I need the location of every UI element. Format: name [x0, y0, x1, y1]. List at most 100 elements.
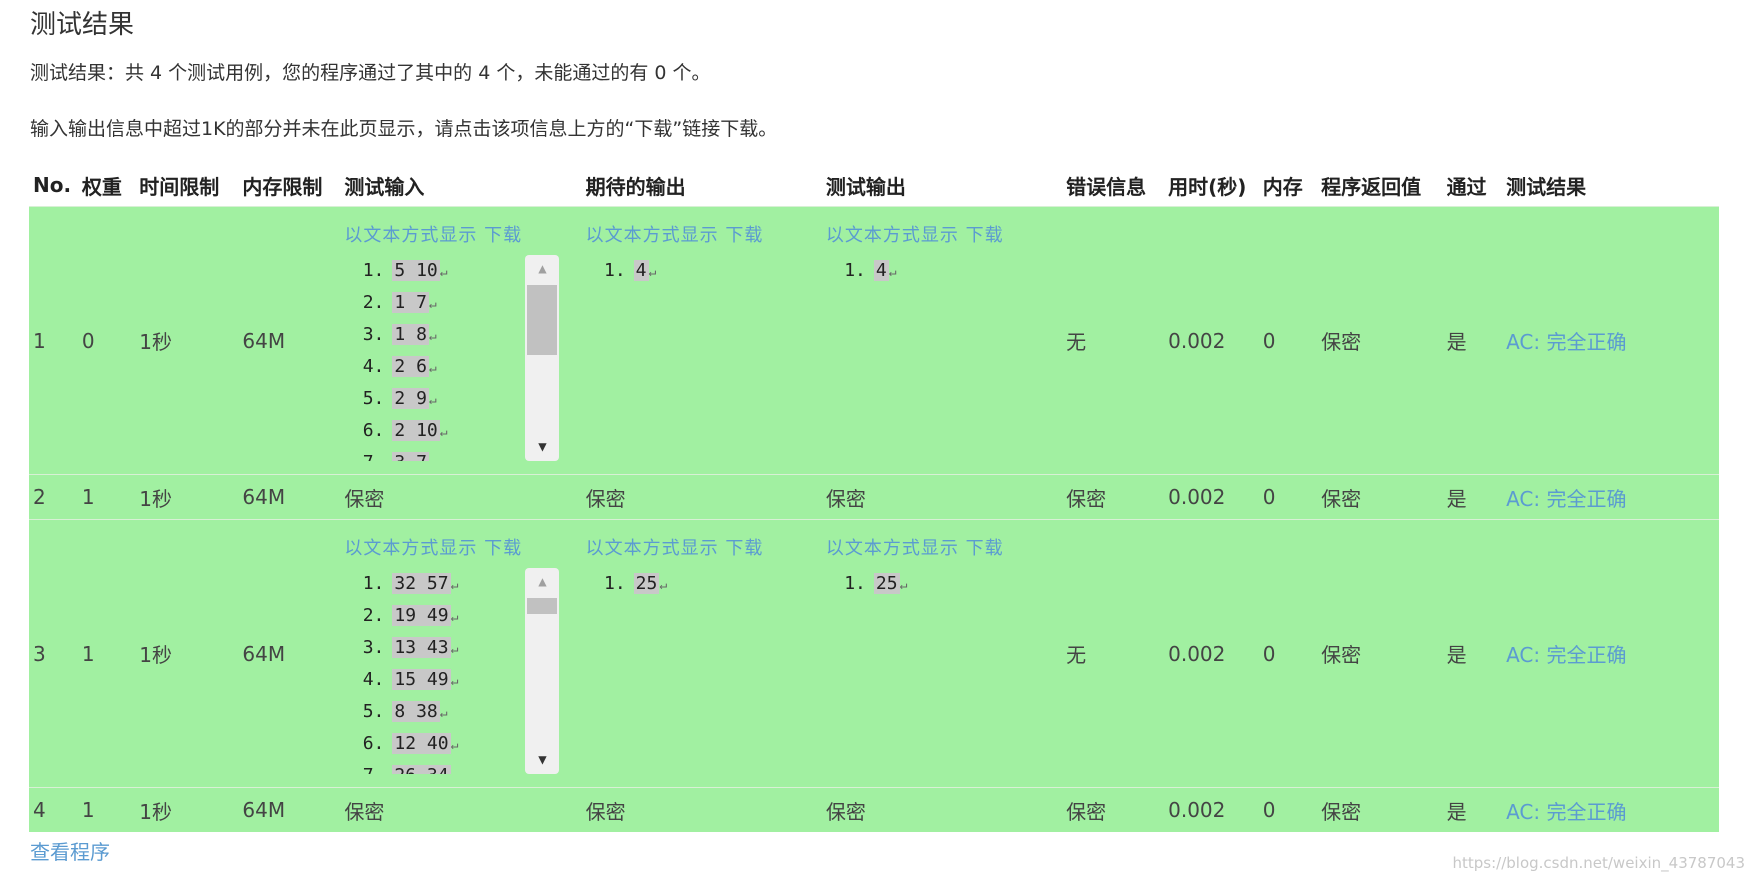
cell-time: 0.002 [1164, 787, 1259, 832]
triangle-up-icon[interactable]: ▲ [525, 568, 559, 596]
io-cell-output: 以文本方式显示 下载 1. 4 ↵ [821, 206, 1063, 475]
page-title: 测试结果 [30, 10, 135, 40]
cell-input: 保密 [340, 787, 582, 832]
line-number: 3. [362, 637, 385, 658]
io-links: 以文本方式显示 下载 [344, 534, 581, 560]
cell-time-limit: 1秒 [135, 519, 239, 788]
result-link[interactable]: AC: 完全正确 [1506, 487, 1626, 511]
code-box[interactable]: 1.5 10↵2.1 7↵3.1 8↵4.2 6↵5.2 9↵6.2 10↵7.… [344, 255, 560, 461]
cell-result: AC: 完全正确 [1502, 206, 1719, 475]
io-cell-input: 以文本方式显示 下载 1. 5 10 ↵ 2. 1 7 ↵ 3. 1 8 ↵ 4. 2 6 ↵ 5. 2 9… [340, 206, 582, 475]
code-box: 1. 4 ↵ [586, 255, 786, 287]
view-as-text-link[interactable]: 以文本方式显示 [826, 538, 959, 559]
line-number: 5. [362, 388, 385, 409]
table-row: 3 1 1秒 64M 以文本方式显示 下载 1. 32 57 ↵ 2. 19 49 ↵ 3. 13 43… [29, 519, 1719, 788]
io-links: 以文本方式显示 下载 [586, 534, 822, 560]
return-arrow-icon: ↵ [450, 610, 459, 625]
download-note: 输入输出信息中超过1K的部分并未在此页显示，请点击该项信息上方的“下载”链接下载… [30, 118, 778, 140]
vertical-scrollbar[interactable]: ▲ ▼ [525, 255, 560, 461]
line-number: 4. [362, 356, 385, 377]
vertical-scrollbar[interactable]: ▲ ▼ [525, 568, 560, 774]
return-arrow-icon: ↵ [428, 329, 437, 344]
column-header: 测试输入 [344, 174, 425, 199]
io-links: 以文本方式显示 下载 [826, 221, 1062, 247]
column-header: 通过 [1446, 174, 1487, 199]
line-number: 1. [362, 573, 385, 594]
line-number: 1. [362, 260, 385, 281]
watermark: https://blog.csdn.net/weixin_43787043 [1452, 854, 1745, 872]
code-text: 4 [633, 260, 649, 281]
return-arrow-icon: ↵ [899, 578, 908, 593]
io-links: 以文本方式显示 下载 [586, 221, 822, 247]
result-link[interactable]: AC: 完全正确 [1506, 800, 1626, 824]
view-program-link[interactable]: 查看程序 [30, 836, 110, 865]
return-arrow-icon: ↵ [450, 578, 459, 593]
code-text: 8 38 [392, 701, 440, 722]
code-text: 1 7 [392, 292, 429, 313]
scrollbar-thumb[interactable] [527, 598, 558, 614]
code-list: 1. 4 ↵ [586, 255, 786, 287]
cell-mem-limit: 64M [238, 519, 341, 788]
cell-memory: 0 [1258, 206, 1318, 475]
cell-time-limit: 1秒 [135, 787, 239, 832]
cell-mem-limit: 64M [238, 474, 341, 520]
table-body: 1 0 1秒 64M 以文本方式显示 下载 1. 5 10 ↵ 2. 1 7 ↵ 3. 1 8 ↵ 4. 2 … [29, 206, 1719, 832]
column-header: 错误信息 [1066, 174, 1147, 199]
return-arrow-icon: ↵ [648, 265, 657, 280]
io-cell-output: 以文本方式显示 下载 1. 25 ↵ [821, 519, 1063, 788]
code-text: 1 8 [392, 324, 429, 345]
cell-weight: 0 [77, 206, 136, 475]
download-link[interactable]: 下载 [725, 225, 763, 246]
download-link[interactable]: 下载 [966, 225, 1004, 246]
cell-memory: 0 [1258, 519, 1318, 788]
triangle-up-icon[interactable]: ▲ [525, 255, 559, 283]
download-link[interactable]: 下载 [484, 225, 522, 246]
code-text: 15 49 [392, 669, 451, 690]
return-arrow-icon: ↵ [451, 770, 459, 774]
io-links: 以文本方式显示 下载 [826, 534, 1062, 560]
code-text: 25 [873, 573, 900, 594]
view-as-text-link[interactable]: 以文本方式显示 [586, 225, 719, 246]
table-row: 1 0 1秒 64M 以文本方式显示 下载 1. 5 10 ↵ 2. 1 7 ↵ 3. 1 8 ↵ 4. 2 … [29, 206, 1719, 475]
cell-mem-limit: 64M [238, 787, 341, 832]
download-link[interactable]: 下载 [484, 538, 522, 559]
return-arrow-icon: ↵ [450, 642, 459, 657]
download-link[interactable]: 下载 [725, 538, 763, 559]
line-number: 1. [603, 573, 626, 594]
io-cell-expected: 以文本方式显示 下载 1. 4 ↵ [581, 206, 822, 475]
line-number: 3. [362, 324, 385, 345]
return-arrow-icon: ↵ [428, 361, 437, 376]
triangle-down-icon[interactable]: ▼ [525, 746, 559, 774]
triangle-down-icon[interactable]: ▼ [525, 433, 559, 461]
column-header: 程序返回值 [1321, 174, 1422, 199]
result-link[interactable]: AC: 完全正确 [1506, 330, 1626, 354]
view-as-text-link[interactable]: 以文本方式显示 [586, 538, 719, 559]
cell-error: 无 [1062, 519, 1165, 788]
result-link[interactable]: AC: 完全正确 [1506, 643, 1626, 667]
cell-result: AC: 完全正确 [1502, 519, 1719, 788]
cell-output: 保密 [821, 787, 1063, 832]
download-link[interactable]: 下载 [966, 538, 1004, 559]
view-as-text-link[interactable]: 以文本方式显示 [344, 538, 477, 559]
cell-return-value: 保密 [1317, 474, 1443, 520]
column-header: 期待的输出 [585, 174, 686, 199]
cell-weight: 1 [77, 474, 136, 520]
code-box: 1. 4 ↵ [826, 255, 1026, 287]
cell-memory: 0 [1258, 474, 1318, 520]
line-number: 2. [362, 605, 385, 626]
cell-input: 保密 [340, 474, 582, 520]
view-as-text-link[interactable]: 以文本方式显示 [344, 225, 477, 246]
code-box[interactable]: 1. 32 57 ↵ 2. 19 49 ↵ 3. 13 43 ↵ 4. 15 49 ↵ 5. 8 38 ↵ 6… [344, 568, 560, 774]
code-box: 1. 25 ↵ [826, 568, 1026, 600]
cell-error: 保密 [1062, 787, 1165, 832]
column-header: 内存限制 [242, 174, 323, 199]
code-line: 1. 25 ↵ [586, 568, 786, 600]
line-number: 5. [362, 701, 385, 722]
cell-no: 4 [29, 787, 78, 832]
cell-time-limit: 1秒 [135, 206, 239, 475]
code-text: 12 40 [392, 733, 451, 754]
line-number: 1. [844, 573, 866, 594]
scrollbar-thumb[interactable] [527, 285, 558, 355]
view-as-text-link[interactable]: 以文本方式显示 [826, 225, 959, 246]
code-box: 1. 25 ↵ [586, 568, 786, 600]
